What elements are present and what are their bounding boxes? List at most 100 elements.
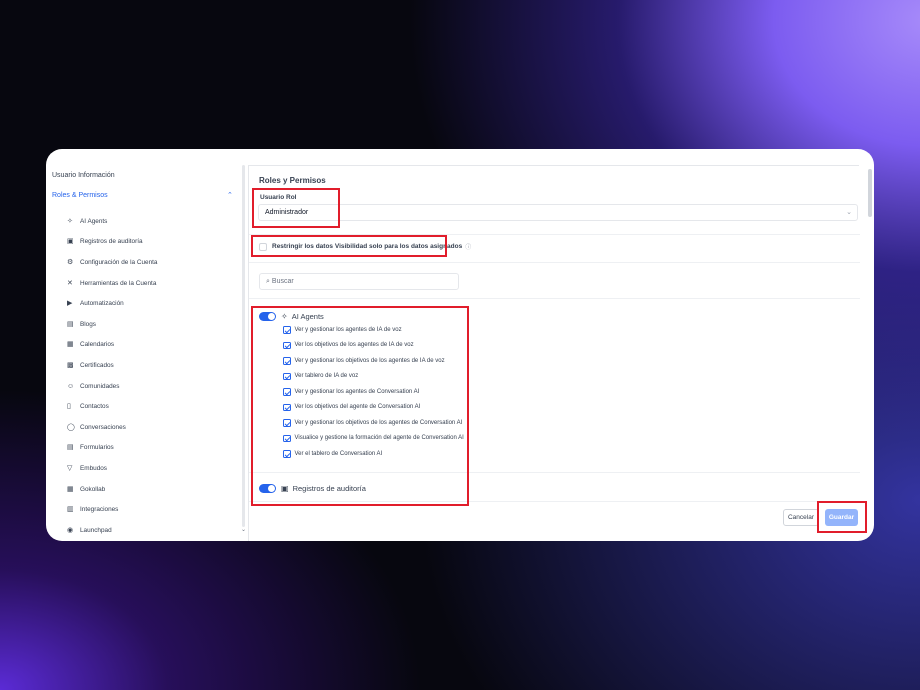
page-title: Roles y Permisos <box>259 176 326 185</box>
sidebar-item-usuario-informacion[interactable]: Usuario Información <box>46 171 242 191</box>
permission-item[interactable]: Ver los objetivos de los agentes de IA d… <box>283 341 414 349</box>
sidebar-item-launchpad[interactable]: ◉ Launchpad <box>46 520 242 541</box>
sidebar-item-configuración-de-la-cuenta[interactable]: ⚙ Configuración de la Cuenta <box>46 252 242 273</box>
sidebar: Usuario Información Roles & Permisos ⌃ ✧… <box>46 149 242 541</box>
search-icon: ⌕ <box>266 277 270 285</box>
section-ai-agents: ✧ AI Agents <box>259 312 324 321</box>
rocket-icon: ◉ <box>67 526 74 534</box>
sidebar-item-ai-agents[interactable]: ✧ AI Agents <box>46 211 242 232</box>
sidebar-item-blogs[interactable]: ▤ Blogs <box>46 314 242 335</box>
sidebar-item-calendarios[interactable]: ▦ Calendarios <box>46 335 242 356</box>
sidebar-item-certificados[interactable]: ▩ Certificados <box>46 355 242 376</box>
chevron-down-icon[interactable]: ⌄ <box>241 526 246 533</box>
users-icon: ☺ <box>67 382 75 390</box>
sidebar-item-label: Contactos <box>80 403 109 411</box>
registros-toggle[interactable] <box>259 484 276 493</box>
divider <box>249 262 860 263</box>
permission-checkbox[interactable] <box>283 326 291 334</box>
sidebar-group-label: Roles & Permisos <box>52 192 108 199</box>
permission-label: Ver los objetivos de los agentes de IA d… <box>294 342 414 349</box>
search-input[interactable]: ⌕ Buscar <box>259 273 459 290</box>
cancel-button[interactable]: Cancelar <box>783 509 819 526</box>
permission-item[interactable]: Ver y gestionar los objetivos de los age… <box>283 419 462 427</box>
permission-label: Visualice y gestione la formación del ag… <box>294 435 464 442</box>
main-panel: Roles y Permisos Usuario Rol Administrad… <box>248 165 860 541</box>
sidebar-item-conversaciones[interactable]: ◯ Conversaciones <box>46 417 242 438</box>
certificate-icon: ▩ <box>67 361 74 369</box>
funnel-icon: ▽ <box>67 464 73 472</box>
role-select-value: Administrador <box>265 209 309 216</box>
role-select[interactable]: Administrador ⌄ <box>258 204 858 221</box>
chevron-up-icon: ⌃ <box>227 192 233 199</box>
document-icon: ▤ <box>67 320 74 328</box>
permission-checkbox[interactable] <box>283 403 291 411</box>
permission-item[interactable]: Ver tablero de IA de voz <box>283 372 359 380</box>
grid-icon: ▦ <box>67 485 74 493</box>
permission-item[interactable]: Ver y gestionar los agentes de IA de voz <box>283 326 402 334</box>
sidebar-item-label: Formularios <box>80 444 114 452</box>
calendar-icon: ▦ <box>67 341 74 349</box>
permission-checkbox[interactable] <box>283 434 291 442</box>
main-scrollbar[interactable] <box>868 169 872 217</box>
sidebar-item-contactos[interactable]: ▯ Contactos <box>46 396 242 417</box>
wand-icon: ✧ <box>281 312 288 321</box>
search-placeholder: Buscar <box>271 278 294 285</box>
info-icon[interactable]: ⓘ <box>465 242 471 251</box>
permission-label: Ver y gestionar los agentes de IA de voz <box>294 326 402 333</box>
divider <box>249 501 860 502</box>
sidebar-item-automatización[interactable]: ▶ Automatización <box>46 293 242 314</box>
permission-item[interactable]: Ver y gestionar los agentes de Conversat… <box>283 388 419 396</box>
permission-label: Ver y gestionar los objetivos de los age… <box>294 357 445 364</box>
permission-checkbox[interactable] <box>283 372 291 380</box>
sidebar-item-label: Herramientas de la Cuenta <box>80 279 157 287</box>
contact-book-icon: ▯ <box>67 403 71 411</box>
permission-checkbox[interactable] <box>283 357 291 365</box>
sidebar-item-label: Blogs <box>80 320 96 328</box>
sidebar-item-formularios[interactable]: ▤ Formularios <box>46 438 242 459</box>
chat-icon: ◯ <box>67 423 75 431</box>
permission-item[interactable]: Ver el tablero de Conversation AI <box>283 450 382 458</box>
sidebar-item-label: Certificados <box>80 361 114 369</box>
sidebar-item-embudos[interactable]: ▽ Embudos <box>46 458 242 479</box>
permission-label: Ver el tablero de Conversation AI <box>294 450 383 457</box>
permission-item[interactable]: Ver y gestionar los objetivos de los age… <box>283 357 445 365</box>
permission-item[interactable]: Visualice y gestione la formación del ag… <box>283 434 464 442</box>
sidebar-item-registros-de-auditoría[interactable]: ▣ Registros de auditoría <box>46 232 242 253</box>
gear-icon: ⚙ <box>67 258 74 266</box>
permission-label: Ver tablero de IA de voz <box>294 373 359 380</box>
clipboard-icon: ▣ <box>67 238 74 246</box>
permission-checkbox[interactable] <box>283 450 291 458</box>
restrict-visibility-checkbox[interactable] <box>259 242 267 251</box>
sidebar-item-herramientas-de-la-cuenta[interactable]: ✕ Herramientas de la Cuenta <box>46 273 242 294</box>
clipboard-icon: ▣ <box>281 484 289 493</box>
sidebar-scrollbar[interactable] <box>242 165 245 527</box>
divider <box>249 298 860 299</box>
section-title: Registros de auditoría <box>292 484 366 493</box>
restrict-visibility-option[interactable]: Restringir los datos Visibilidad solo pa… <box>259 242 471 251</box>
ai-agents-toggle[interactable] <box>259 312 276 321</box>
sidebar-item-label: Integraciones <box>80 506 119 514</box>
save-button[interactable]: Guardar <box>825 509 858 526</box>
permission-label: Ver los objetivos del agente de Conversa… <box>294 404 421 411</box>
permission-label: Ver y gestionar los agentes de Conversat… <box>294 388 420 395</box>
permission-item[interactable]: Ver los objetivos del agente de Conversa… <box>283 403 421 411</box>
sidebar-item-label: Launchpad <box>80 526 112 534</box>
wand-icon: ✧ <box>67 217 73 225</box>
sidebar-item-comunidades[interactable]: ☺ Comunidades <box>46 376 242 397</box>
sidebar-group-roles[interactable]: Roles & Permisos ⌃ <box>46 191 242 211</box>
sidebar-item-label: Configuración de la Cuenta <box>80 258 158 266</box>
tools-icon: ✕ <box>67 279 73 287</box>
sidebar-item-integraciones[interactable]: ▥ Integraciones <box>46 499 242 520</box>
permission-checkbox[interactable] <box>283 419 291 427</box>
restrict-visibility-label: Restringir los datos Visibilidad solo pa… <box>272 243 463 250</box>
divider <box>249 472 860 473</box>
sidebar-item-label: Registros de auditoría <box>80 238 143 246</box>
divider <box>249 234 860 235</box>
sidebar-item-label: Calendarios <box>80 341 115 349</box>
sidebar-item-label: Gokollab <box>80 485 106 493</box>
sidebar-item-label: Comunidades <box>80 382 120 390</box>
sidebar-item-gokollab[interactable]: ▦ Gokollab <box>46 479 242 500</box>
permission-checkbox[interactable] <box>283 388 291 396</box>
sidebar-item-label: Conversaciones <box>80 423 126 431</box>
permission-checkbox[interactable] <box>283 341 291 349</box>
